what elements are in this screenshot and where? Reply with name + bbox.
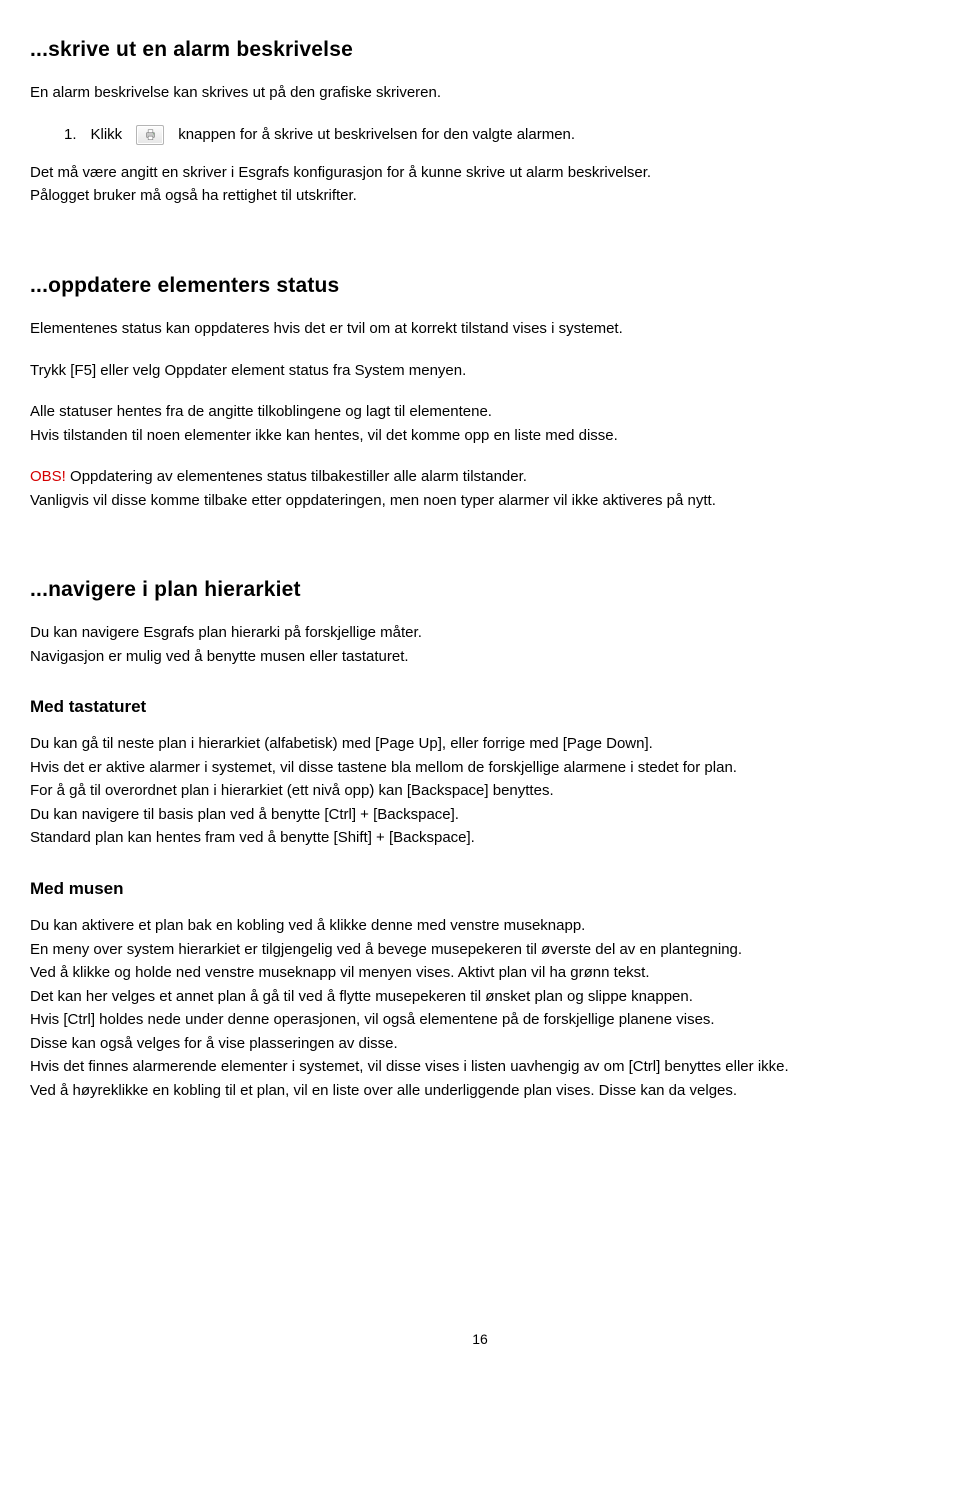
text-s2-obs-line: OBS! Oppdatering av elementenes status t… xyxy=(30,467,930,487)
heading-print-alarm: ...skrive ut en alarm beskrivelse xyxy=(30,36,930,63)
text-s2-p4b: Vanligvis vil disse komme tilbake etter … xyxy=(30,491,930,511)
subheading-keyboard: Med tastaturet xyxy=(30,696,930,718)
text-kb-l4: Du kan navigere til basis plan ved å ben… xyxy=(30,805,930,825)
obs-label: OBS! xyxy=(30,468,66,485)
text-m-l8: Ved å høyreklikke en kobling til et plan… xyxy=(30,1081,930,1101)
text-kb-l2: Hvis det er aktive alarmer i systemet, v… xyxy=(30,758,930,778)
text-s3-p1a: Du kan navigere Esgrafs plan hierarki på… xyxy=(30,623,930,643)
text-m-l4: Det kan her velges et annet plan å gå ti… xyxy=(30,987,930,1007)
text-m-l2: En meny over system hierarkiet er tilgje… xyxy=(30,940,930,960)
text-m-l6: Disse kan også velges for å vise plasser… xyxy=(30,1034,930,1054)
text-click: Klikk xyxy=(91,125,123,145)
heading-navigate: ...navigere i plan hierarkiet xyxy=(30,576,930,603)
text-s2-p3a: Alle statuser hentes fra de angitte tilk… xyxy=(30,402,930,422)
text-m-l1: Du kan aktivere et plan bak en kobling v… xyxy=(30,916,930,936)
page-number: 16 xyxy=(30,1330,930,1348)
heading-update-status: ...oppdatere elementers status xyxy=(30,272,930,299)
text-kb-l5: Standard plan kan hentes fram ved å beny… xyxy=(30,828,930,848)
printer-icon xyxy=(136,125,164,145)
text-s1-p2a: Det må være angitt en skriver i Esgrafs … xyxy=(30,163,930,183)
text-s2-p1: Elementenes status kan oppdateres hvis d… xyxy=(30,319,930,339)
text-kb-l1: Du kan gå til neste plan i hierarkiet (a… xyxy=(30,734,930,754)
text-s2-p4a: Oppdatering av elementenes status tilbak… xyxy=(66,468,527,485)
text-s1-p1: En alarm beskrivelse kan skrives ut på d… xyxy=(30,83,930,103)
text-button-desc: knappen for å skrive ut beskrivelsen for… xyxy=(178,125,575,145)
text-s1-p2b: Pålogget bruker må også ha rettighet til… xyxy=(30,186,930,206)
text-s3-p1b: Navigasjon er mulig ved å benytte musen … xyxy=(30,647,930,667)
text-m-l3: Ved å klikke og holde ned venstre musekn… xyxy=(30,963,930,983)
text-kb-l3: For å gå til overordnet plan i hierarkie… xyxy=(30,781,930,801)
list-item-print: 1. Klikk knappen for å skrive ut beskriv… xyxy=(30,125,930,145)
text-s2-p3b: Hvis tilstanden til noen elementer ikke … xyxy=(30,426,930,446)
text-s2-p2: Trykk [F5] eller velg Oppdater element s… xyxy=(30,361,930,381)
subheading-mouse: Med musen xyxy=(30,878,930,900)
text-m-l7: Hvis det finnes alarmerende elementer i … xyxy=(30,1057,930,1077)
text-m-l5: Hvis [Ctrl] holdes nede under denne oper… xyxy=(30,1010,930,1030)
list-number: 1. xyxy=(64,125,77,145)
